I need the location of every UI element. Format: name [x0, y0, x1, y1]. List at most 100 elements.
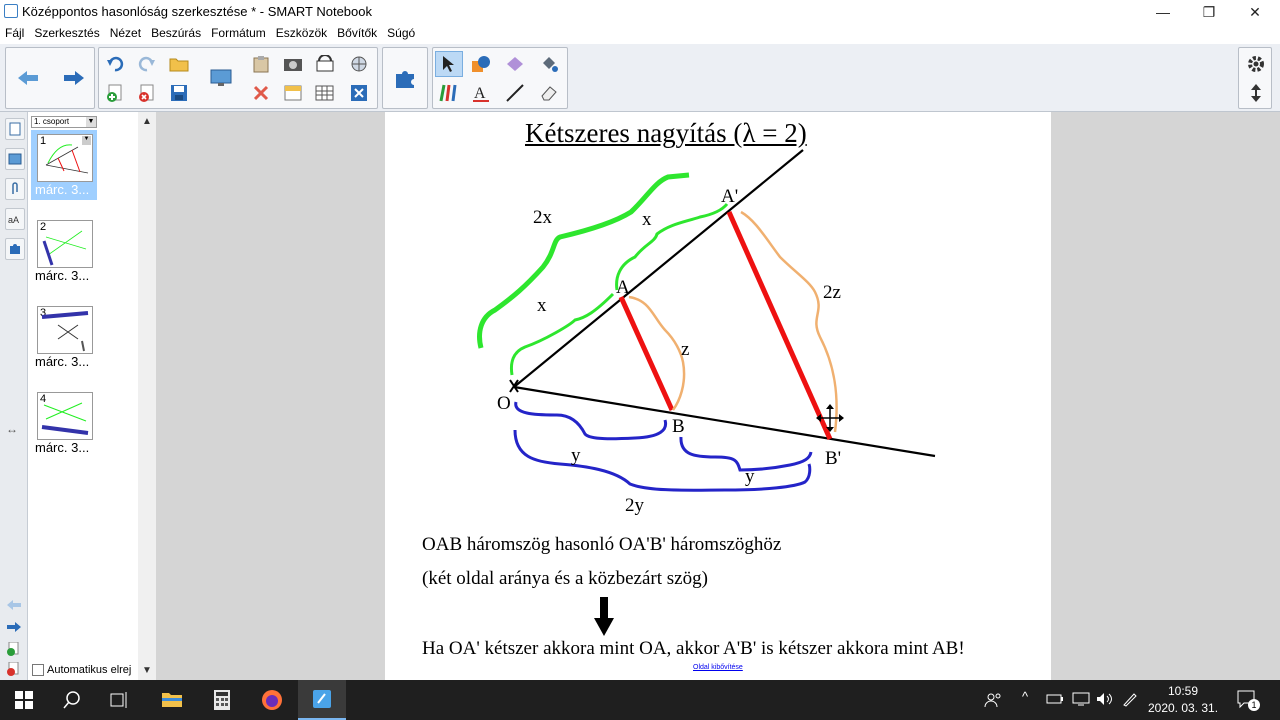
search-button[interactable] [48, 680, 96, 720]
screen-capture-button[interactable] [279, 51, 307, 77]
close-shade-button[interactable] [345, 80, 373, 106]
addons-group [382, 47, 428, 109]
geometry-drawing [477, 149, 936, 636]
file-explorer-button[interactable] [148, 680, 196, 720]
puzzle-small-icon [10, 244, 20, 254]
fill-tool-button[interactable] [535, 51, 563, 77]
gallery-tab[interactable] [5, 148, 25, 170]
line-icon [506, 84, 524, 102]
menu-insert[interactable]: Beszúrás [146, 24, 206, 44]
delete-page-button[interactable] [133, 80, 161, 106]
line-tool-button[interactable] [501, 80, 529, 106]
previous-page-button[interactable] [14, 65, 42, 91]
redo-button[interactable] [133, 51, 161, 77]
notebook-page[interactable]: Kétszeres nagyítás (λ = 2) O A A' B B' x… [385, 112, 1051, 680]
smart-notebook-taskbar-button[interactable] [298, 680, 346, 720]
sorter-next-button[interactable] [6, 620, 22, 638]
menu-format[interactable]: Formátum [206, 24, 271, 44]
monitor-icon [210, 69, 232, 86]
screen-shade-toggle-button[interactable] [279, 80, 307, 106]
sorter-add-page-button[interactable] [6, 641, 20, 661]
svg-text:aA: aA [8, 215, 19, 225]
sorter-scrollbar[interactable]: ▲ ▼ [138, 112, 156, 680]
task-view-button[interactable] [96, 680, 144, 720]
shapes-tool-button[interactable] [467, 51, 495, 77]
chevron-up-icon[interactable]: ^ [1022, 689, 1028, 704]
settings-button[interactable] [1242, 51, 1270, 77]
pen-workspace-icon[interactable] [1122, 691, 1138, 712]
save-button[interactable] [165, 80, 193, 106]
calculator-button[interactable] [198, 680, 246, 720]
sorter-prev-button[interactable] [6, 598, 22, 616]
screen-shade-button[interactable] [311, 51, 339, 77]
action-center-button[interactable]: 1 [1236, 689, 1260, 716]
menu-help[interactable]: Súgó [382, 24, 420, 44]
add-page-button[interactable] [101, 80, 129, 106]
page-sorter-tab[interactable] [5, 118, 25, 140]
label-2x: 2x [533, 207, 552, 228]
network-icon[interactable] [1072, 692, 1090, 711]
page-thumbnail-1[interactable]: 1 ▼ [37, 134, 93, 182]
properties-tab[interactable]: aA [5, 208, 25, 230]
screen-shade-icon [316, 55, 334, 72]
properties-icon: aA [8, 215, 19, 225]
undo-button[interactable] [101, 51, 129, 77]
close-box-icon [351, 85, 367, 101]
sorter-delete-page-button[interactable] [6, 661, 20, 681]
page-thumbnail-4[interactable]: 4 [37, 392, 93, 440]
close-button[interactable]: ✕ [1232, 0, 1278, 24]
taskbar-clock[interactable]: 10:59 2020. 03. 31. [1146, 683, 1220, 717]
page-thumbnail-2[interactable]: 2 [37, 220, 93, 268]
scroll-up-icon[interactable]: ▲ [142, 116, 152, 127]
attachments-tab[interactable] [5, 178, 25, 200]
open-file-button[interactable] [165, 51, 193, 77]
label-x2: x [642, 209, 652, 230]
insert-globe-button[interactable] [345, 51, 373, 77]
checkbox-icon[interactable] [32, 664, 44, 676]
paste-button[interactable] [247, 51, 275, 77]
menu-file[interactable]: Fájl [0, 24, 29, 44]
brace-2y [513, 429, 812, 492]
insert-table-button[interactable] [311, 80, 339, 106]
brace-x2 [615, 203, 729, 291]
delete-button[interactable] [247, 80, 275, 106]
page-label-3: márc. 3... [35, 354, 90, 369]
scroll-down-icon[interactable]: ▼ [142, 665, 152, 676]
extend-page-link[interactable]: Oldal kibővítése [693, 664, 743, 671]
auto-hide-checkbox[interactable]: Automatikus elrej [32, 664, 131, 676]
delete-page-small-icon [7, 661, 19, 676]
display-screen-button[interactable] [207, 65, 235, 91]
resize-handle-icon[interactable]: ↔ [6, 422, 18, 436]
task-view-icon [110, 692, 127, 708]
text-tool-button[interactable]: A [467, 80, 495, 106]
pens-tool-button[interactable] [435, 80, 463, 106]
group-dropdown[interactable]: 1. csoport ▼ [31, 116, 97, 128]
thumbnail-1-preview [45, 144, 89, 174]
text-a-icon: A [473, 85, 489, 102]
menu-edit[interactable]: Szerkesztés [29, 24, 104, 44]
menu-view[interactable]: Nézet [105, 24, 146, 44]
folder-icon [169, 58, 189, 72]
next-page-button[interactable] [60, 65, 88, 91]
arrow-right-icon [64, 71, 84, 85]
start-button[interactable] [0, 680, 48, 720]
addons-tab[interactable] [5, 238, 25, 260]
addons-button[interactable] [391, 65, 419, 91]
brace-x1 [509, 292, 615, 376]
move-toolbar-button[interactable] [1242, 80, 1270, 106]
people-icon[interactable] [984, 691, 1002, 714]
minimize-button[interactable]: — [1140, 0, 1186, 24]
page-thumbnail-3[interactable]: 3 [37, 306, 93, 354]
select-tool-button[interactable] [435, 51, 463, 77]
eraser-shape-button[interactable] [501, 51, 529, 77]
battery-icon[interactable] [1046, 692, 1064, 711]
volume-icon[interactable] [1096, 692, 1114, 711]
firefox-button[interactable] [248, 680, 296, 720]
window-shade-icon [284, 85, 302, 101]
maximize-button[interactable]: ❐ [1186, 0, 1232, 24]
eraser-tool-button[interactable] [535, 80, 563, 106]
menu-addons[interactable]: Bővítők [332, 24, 382, 44]
menu-tools[interactable]: Eszközök [271, 24, 332, 44]
smart-notebook-icon [4, 4, 18, 18]
camera-icon [284, 59, 302, 71]
